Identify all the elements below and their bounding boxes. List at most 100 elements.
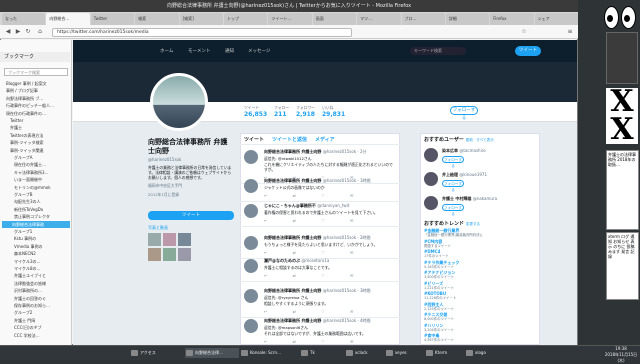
bookmark-item[interactable]: Vmedia 事例の xyxy=(14,243,42,250)
photos-label[interactable]: 写真と動画 xyxy=(148,225,168,231)
taskbar-item[interactable]: xclock xyxy=(345,348,383,358)
bookmark-item[interactable]: Kstu 事例の xyxy=(14,235,36,242)
bookmark-item[interactable]: グループB xyxy=(14,191,33,198)
stat-following[interactable]: フォロー 211 xyxy=(274,105,289,118)
trend-item[interactable]: #KOTOBU 11,226件のツイート xyxy=(424,291,456,301)
bookmark-item[interactable]: Blogger 事例 / 起案文 xyxy=(6,80,47,87)
bookmark-search-input[interactable]: ブックマーク検索 xyxy=(4,68,68,76)
tweet-avatar[interactable] xyxy=(244,319,258,333)
bookmark-item[interactable]: 弁護士 門岡 xyxy=(14,317,35,324)
avatar[interactable] xyxy=(150,73,208,131)
trend-item[interactable]: #DMC4 17件のツイート xyxy=(424,249,449,259)
bookmark-item[interactable]: マイケル8の… xyxy=(14,265,41,272)
stat-followers[interactable]: フォロワー 2,918 xyxy=(296,105,315,118)
bookmark-item[interactable]: 向野総合法律事務 xyxy=(2,220,70,228)
bookmark-item[interactable]: いま一面開催中 xyxy=(14,176,42,183)
tweet-to-button[interactable]: ツイート xyxy=(148,211,234,220)
twitter-search-input[interactable]: キーワード検索 xyxy=(410,47,466,55)
trend-item[interactable]: #ビリーズ 1,221件のツイート xyxy=(424,281,454,291)
tab-media[interactable]: メディア xyxy=(315,136,335,143)
tweet-avatar[interactable] xyxy=(244,289,258,303)
tweet-actions[interactable]: ↩ ⇄ ♡ ✉ xyxy=(264,339,396,344)
bookmark-item[interactable]: 弁護士 xyxy=(10,124,22,131)
bookmark-item[interactable]: 沢村事務所の… xyxy=(14,287,42,294)
bookmark-item[interactable]: 新住所ToVegDo xyxy=(14,206,43,213)
browser-tab[interactable]: なった xyxy=(2,13,46,25)
taskbar-item[interactable]: Konsole: Scrn… xyxy=(240,348,294,358)
browser-tab[interactable]: トップ xyxy=(223,13,268,25)
trend-item[interactable]: #ハリリン 3,204件のツイート xyxy=(424,323,454,333)
bookmark-item[interactable]: 事例-ツイッタ関連 xyxy=(10,147,43,154)
browser-tab[interactable]: シェア xyxy=(534,13,579,25)
photo-thumb[interactable] xyxy=(178,233,191,246)
bookmark-item[interactable]: 保存事例のお知ら… xyxy=(14,302,50,309)
nav-home[interactable]: ホーム xyxy=(160,48,173,54)
trend-item[interactable]: #食中毒 4,567件のツイート xyxy=(424,333,454,343)
bookmark-item[interactable]: 法律勉強会の皆様 xyxy=(14,280,46,287)
bookmark-item[interactable]: 禁止事例コブレクタ xyxy=(14,213,50,220)
browser-tab[interactable]: 画面 xyxy=(312,13,357,25)
bookmark-item[interactable]: 向野法律事務所 ブ… xyxy=(6,95,43,102)
avatar[interactable] xyxy=(424,196,438,210)
bookmark-item[interactable]: Twitterの表現方法 xyxy=(10,132,43,139)
home-icon[interactable]: ⌂ xyxy=(36,28,44,36)
photo-thumb[interactable] xyxy=(148,248,161,261)
tweet-actions[interactable]: ↩ ⇄ ♡ ✉ xyxy=(264,309,396,314)
follow-button[interactable]: フォローする xyxy=(442,156,464,168)
follow-button[interactable]: フォローする xyxy=(442,180,464,192)
trend-item[interactable]: #アテナビジョン 3,400件のツイート xyxy=(424,270,455,280)
photo-thumb[interactable] xyxy=(163,233,176,246)
tweet[interactable]: 向野総合法律事務所 弁護士向野 @harinez015sok · 3時間 返信先:… xyxy=(240,285,400,318)
menu-icon[interactable]: ≡ xyxy=(566,28,574,36)
nav-moments[interactable]: モーメント xyxy=(188,48,210,54)
browser-tab[interactable]: ツイート… xyxy=(268,13,312,25)
terminal-window[interactable]: 弁護士の法律事務所 2018年の取扱… xyxy=(606,150,639,230)
tweet-avatar[interactable] xyxy=(244,150,258,164)
taskbar-item[interactable]: 向野総合法律… xyxy=(185,348,239,358)
taskbar-item[interactable]: Tk xyxy=(300,348,338,358)
url-bar[interactable]: https://twitter.com/harinez015sok/media xyxy=(52,28,352,37)
nav-messages[interactable]: メッセージ xyxy=(248,48,270,54)
browser-tab[interactable]: Firefox xyxy=(490,13,534,25)
stat-tweets[interactable]: ツイート 26,853 xyxy=(244,105,267,118)
forward-icon[interactable]: ▶ xyxy=(14,28,22,36)
bookmark-item[interactable]: 弁護士ユイブイと xyxy=(14,272,46,279)
tweet[interactable]: 向野総合法律事務所 弁護士向野 @harinez015sok · 1時間 ジャケッ… xyxy=(240,175,400,202)
trend-item[interactable]: #金融総一銀行業界 「金融総一銀行業界(最高裁判所判決)」 xyxy=(424,228,484,238)
bookmark-item[interactable]: グループ2 xyxy=(14,309,32,316)
stat-likes[interactable]: いいね 29,831 xyxy=(322,105,345,118)
browser-tab[interactable]: 向野総合… xyxy=(46,13,90,25)
photo-thumb[interactable] xyxy=(163,248,176,261)
bookmark-item[interactable]: CCC(日)のギブ xyxy=(14,324,42,331)
bookmark-item[interactable]: グループA xyxy=(14,154,33,161)
taskbar-item[interactable]: xeyes xyxy=(385,348,423,358)
bookmark-item[interactable]: 弁護士の回答のぐ xyxy=(14,295,46,302)
clock[interactable]: 19:38 2018年11月15日(木) xyxy=(602,346,640,364)
bookmark-item[interactable]: Twitter xyxy=(10,117,23,124)
follow-button[interactable]: フォローする xyxy=(450,106,478,121)
pager-widget[interactable] xyxy=(606,32,638,84)
tweet-avatar[interactable] xyxy=(244,236,258,250)
photo-thumb[interactable] xyxy=(148,233,161,246)
bookmark-item[interactable]: 勾配先生3の人 xyxy=(14,198,41,205)
avatar[interactable] xyxy=(424,172,438,186)
follow-button[interactable]: フォローする xyxy=(442,204,464,216)
terminal-window[interactable]: xterm ログ 通知 お知らせ 表示 のちに 投稿 みます 発言 記録 xyxy=(606,232,639,300)
tweet-avatar[interactable] xyxy=(244,179,258,193)
bookmark-item[interactable]: 事例-ツイッタ検索 xyxy=(10,139,43,146)
trend-item[interactable]: #テニス交差 8,000件のツイート xyxy=(424,312,454,322)
bookmark-star-icon[interactable]: ☆ xyxy=(520,28,528,36)
photo-thumb[interactable] xyxy=(178,248,191,261)
bookmark-item[interactable]: CCC 学校法… xyxy=(14,332,40,339)
reload-icon[interactable]: ↻ xyxy=(24,28,32,36)
trend-item[interactable]: #西野主人 2,125件のツイート xyxy=(424,302,454,312)
taskbar-item[interactable]: Kterm xyxy=(425,348,463,358)
tweet-actions[interactable]: ↩ ⇄ ♡ ✉ xyxy=(264,193,396,198)
bookmark-item[interactable]: 現在住の行政事件の… xyxy=(6,110,46,117)
trend-item[interactable]: #CM内容 関連するツイート xyxy=(424,239,451,249)
bookmark-item[interactable]: グループ1 xyxy=(14,228,32,235)
tab-tweets-replies[interactable]: ツイートと返信 xyxy=(272,136,307,143)
tweet[interactable]: 瀬戸@なのためのぶ @mosetoro1a 弁護士に相談するのは大事なことです。 ↩… xyxy=(240,255,400,282)
bookmark-item[interactable]: 行政事件のピッチ一般人… xyxy=(6,102,54,109)
bookmark-item[interactable]: 森本NECN2 xyxy=(14,250,36,257)
